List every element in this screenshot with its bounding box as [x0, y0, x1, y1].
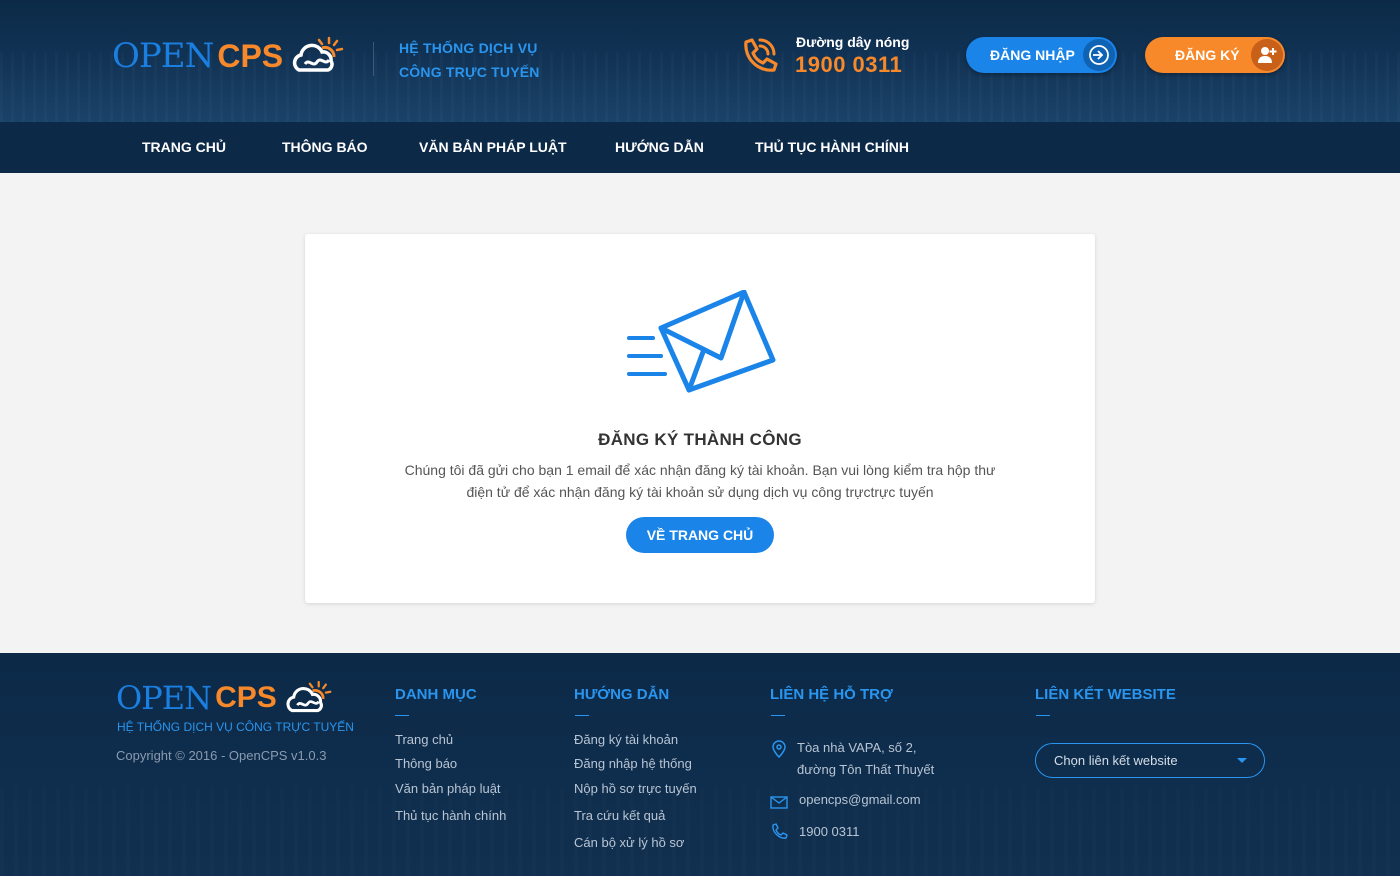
sign-in-icon	[1083, 39, 1115, 71]
register-button[interactable]: ĐĂNG KÝ	[1145, 37, 1285, 73]
footer-links-title: LIÊN KẾT WEBSITE	[1035, 686, 1176, 703]
footer-logo[interactable]: OPEN CPS	[116, 677, 333, 719]
logo-divider	[373, 42, 374, 76]
footer-copyright: Copyright © 2016 - OpenCPS v1.0.3	[116, 748, 327, 763]
add-user-icon	[1251, 39, 1283, 71]
footer-link-home[interactable]: Trang chủ	[395, 732, 453, 747]
footer-link-administrative-procedures[interactable]: Thủ tục hành chính	[395, 808, 506, 823]
footer-link-lookup-results[interactable]: Tra cứu kết quả	[574, 808, 665, 823]
footer-title-underline	[575, 715, 589, 716]
footer-address-line-1: Tòa nhà VAPA, số 2,	[797, 740, 917, 755]
footer-support-title: LIÊN HỆ HỖ TRỢ	[770, 686, 893, 703]
footer-logo-text-open: OPEN	[116, 679, 212, 717]
footer-phone[interactable]: 1900 0311	[799, 821, 860, 843]
website-link-select-value: Chọn liên kết website	[1054, 753, 1178, 768]
logo-text-cps: CPS	[217, 37, 284, 74]
registration-success-card: ĐĂNG KÝ THÀNH CÔNG Chúng tôi đã gửi cho …	[305, 234, 1095, 603]
footer-link-legal-documents[interactable]: Văn bản pháp luật	[395, 781, 501, 796]
success-title: ĐĂNG KÝ THÀNH CÔNG	[598, 430, 802, 449]
register-button-label: ĐĂNG KÝ	[1175, 47, 1240, 63]
location-pin-icon	[772, 740, 786, 758]
footer-title-underline	[1036, 715, 1050, 716]
success-message-line-1: Chúng tôi đã gửi cho bạn 1 email để xác …	[404, 462, 996, 478]
cloud-sun-logo-icon	[292, 36, 344, 72]
back-to-home-button[interactable]: VỀ TRANG CHỦ	[626, 517, 774, 553]
nav-item-administrative-procedures[interactable]: THỦ TỤC HÀNH CHÍNH	[755, 122, 909, 173]
success-message-line-2: điện tử để xác nhận đăng ký tài khoản sử…	[466, 484, 934, 500]
nav-item-home[interactable]: TRANG CHỦ	[142, 122, 226, 173]
footer-categories-title: DANH MỤC	[395, 686, 477, 703]
footer-email[interactable]: opencps@gmail.com	[799, 789, 921, 811]
phone-icon	[772, 823, 788, 839]
footer-address: Tòa nhà VAPA, số 2, đường Tôn Thất Thuyế…	[797, 737, 934, 781]
site-tagline: HỆ THỐNG DỊCH VỤ CÔNG TRỰC TUYẾN	[399, 36, 540, 84]
hotline-label: Đường dây nóng	[796, 34, 910, 50]
envelope-sent-icon	[627, 290, 776, 393]
logo-text-open: OPEN	[112, 36, 214, 76]
login-button[interactable]: ĐĂNG NHẬP	[966, 37, 1117, 73]
success-message: Chúng tôi đã gửi cho bạn 1 email để xác …	[400, 459, 1000, 503]
phone-icon	[744, 38, 778, 72]
website-link-select[interactable]: Chọn liên kết website	[1035, 743, 1265, 778]
cloud-sun-logo-icon	[286, 680, 332, 713]
nav-item-announcements[interactable]: THÔNG BÁO	[282, 122, 368, 173]
site-footer: OPEN CPS HỆ THỐNG DỊCH VỤ CÔNG TRỰC TUYẾ…	[0, 653, 1400, 876]
site-logo[interactable]: OPEN CPS	[112, 34, 345, 78]
hotline-number: 1900 0311	[795, 52, 903, 77]
footer-link-login-system[interactable]: Đăng nhập hệ thống	[574, 756, 692, 771]
footer-tagline: HỆ THỐNG DỊCH VỤ CÔNG TRỰC TUYẾN	[117, 720, 354, 734]
site-header: OPEN CPS HỆ THỐNG DỊCH VỤ CÔNG TRỰC TUYẾ…	[0, 0, 1400, 122]
footer-link-announcements[interactable]: Thông báo	[395, 756, 457, 771]
footer-logo-text-cps: CPS	[215, 681, 277, 714]
login-button-label: ĐĂNG NHẬP	[990, 47, 1075, 63]
nav-item-legal-documents[interactable]: VĂN BẢN PHÁP LUẬT	[419, 122, 567, 173]
mail-icon	[770, 796, 788, 809]
footer-title-underline	[771, 715, 785, 716]
footer-guide-title: HƯỚNG DẪN	[574, 686, 670, 703]
chevron-down-icon	[1237, 758, 1247, 763]
footer-link-register-account[interactable]: Đăng ký tài khoản	[574, 732, 678, 747]
footer-title-underline	[395, 715, 409, 716]
nav-item-guide[interactable]: HƯỚNG DẪN	[615, 122, 704, 173]
tagline-line-1: HỆ THỐNG DỊCH VỤ	[399, 40, 538, 56]
main-navigation: TRANG CHỦ THÔNG BÁO VĂN BẢN PHÁP LUẬT HƯ…	[0, 122, 1400, 173]
footer-address-line-2: đường Tôn Thất Thuyết	[797, 762, 935, 777]
footer-link-officer-processing[interactable]: Cán bộ xử lý hồ sơ	[574, 835, 684, 850]
footer-link-submit-online[interactable]: Nộp hồ sơ trực tuyến	[574, 781, 697, 796]
tagline-line-2: CÔNG TRỰC TUYẾN	[399, 64, 540, 80]
footer-skyline-background	[0, 786, 1400, 876]
